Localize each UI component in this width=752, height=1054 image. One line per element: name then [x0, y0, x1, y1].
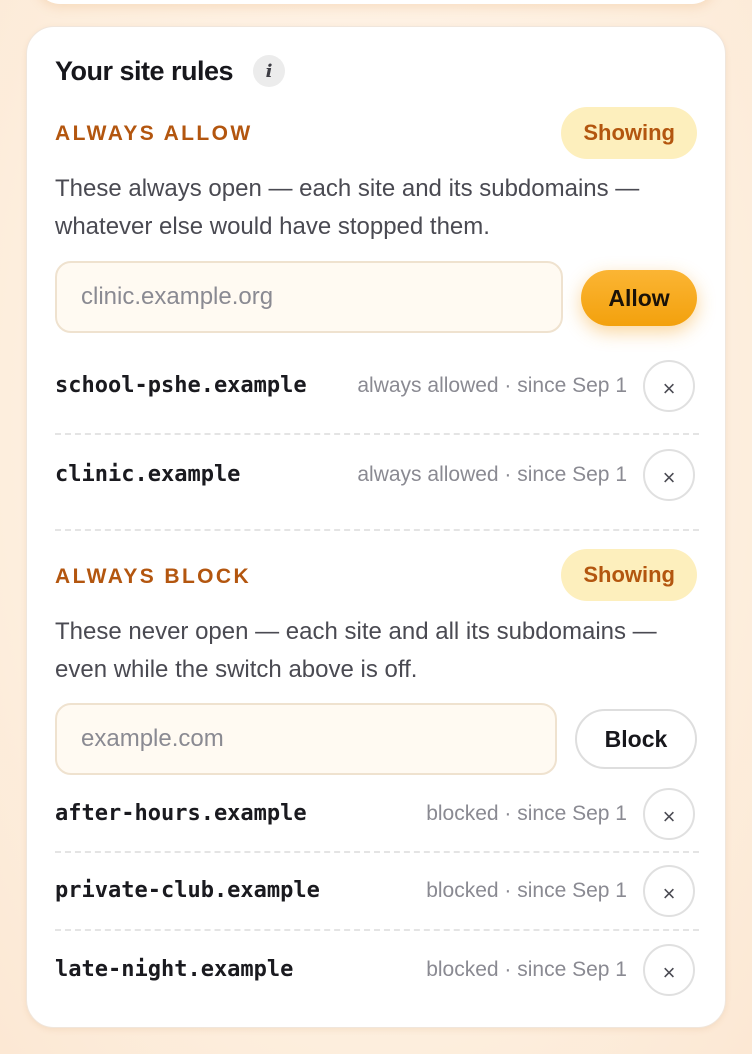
block-domain-input[interactable] — [55, 703, 557, 775]
allow-domain-input[interactable] — [55, 261, 563, 333]
info-icon[interactable]: i — [253, 55, 286, 87]
blocked-domain: after-hours.example — [55, 801, 307, 826]
remove-blocked-button[interactable]: × — [643, 788, 695, 840]
allowed-meta: always allowed · since Sep 1 — [357, 374, 627, 397]
allow-section-label: ALWAYS ALLOW — [55, 122, 253, 145]
block-list-item: after-hours.example blocked · since Sep … — [55, 777, 699, 853]
panel-header: Your site rules i — [55, 55, 286, 87]
remove-allowed-button[interactable]: × — [643, 360, 695, 412]
blocked-domain: private-club.example — [55, 878, 320, 903]
allowed-domain: school-pshe.example — [55, 373, 307, 398]
block-section-toggle[interactable]: Showing — [561, 549, 697, 601]
block-button[interactable]: Block — [575, 709, 697, 769]
block-list-item: late-night.example blocked · since Sep 1… — [55, 931, 699, 1009]
remove-allowed-button[interactable]: × — [643, 449, 695, 501]
blocked-meta: blocked · since Sep 1 — [426, 958, 627, 981]
close-icon: × — [662, 881, 676, 906]
block-section-label: ALWAYS BLOCK — [55, 565, 252, 588]
allow-button[interactable]: Allow — [581, 270, 697, 326]
panel-title: Your site rules — [55, 55, 234, 86]
allowed-meta: always allowed · since Sep 1 — [357, 463, 627, 486]
previous-card-edge — [36, 0, 716, 4]
blocked-meta: blocked · since Sep 1 — [426, 879, 627, 902]
allow-list-item: clinic.example always allowed · since Se… — [55, 435, 699, 515]
allowed-domain: clinic.example — [55, 462, 241, 487]
close-icon: × — [662, 960, 676, 985]
close-icon: × — [662, 804, 676, 829]
remove-blocked-button[interactable]: × — [643, 865, 695, 917]
block-list-item: private-club.example blocked · since Sep… — [55, 853, 699, 931]
allow-section-description: These always open — each site and its su… — [55, 175, 640, 240]
allow-section-toggle[interactable]: Showing — [561, 107, 697, 159]
allow-list-item: school-pshe.example always allowed · sin… — [55, 339, 699, 435]
remove-blocked-button[interactable]: × — [643, 944, 695, 996]
site-rules-panel: Your site rules i ALWAYS ALLOW Showing T… — [26, 26, 726, 1028]
blocked-meta: blocked · since Sep 1 — [426, 802, 627, 825]
close-icon: × — [662, 376, 676, 401]
block-section-description: These never open — each site and all its… — [55, 618, 657, 683]
blocked-domain: late-night.example — [55, 957, 294, 982]
section-divider — [55, 529, 699, 531]
close-icon: × — [662, 465, 676, 490]
